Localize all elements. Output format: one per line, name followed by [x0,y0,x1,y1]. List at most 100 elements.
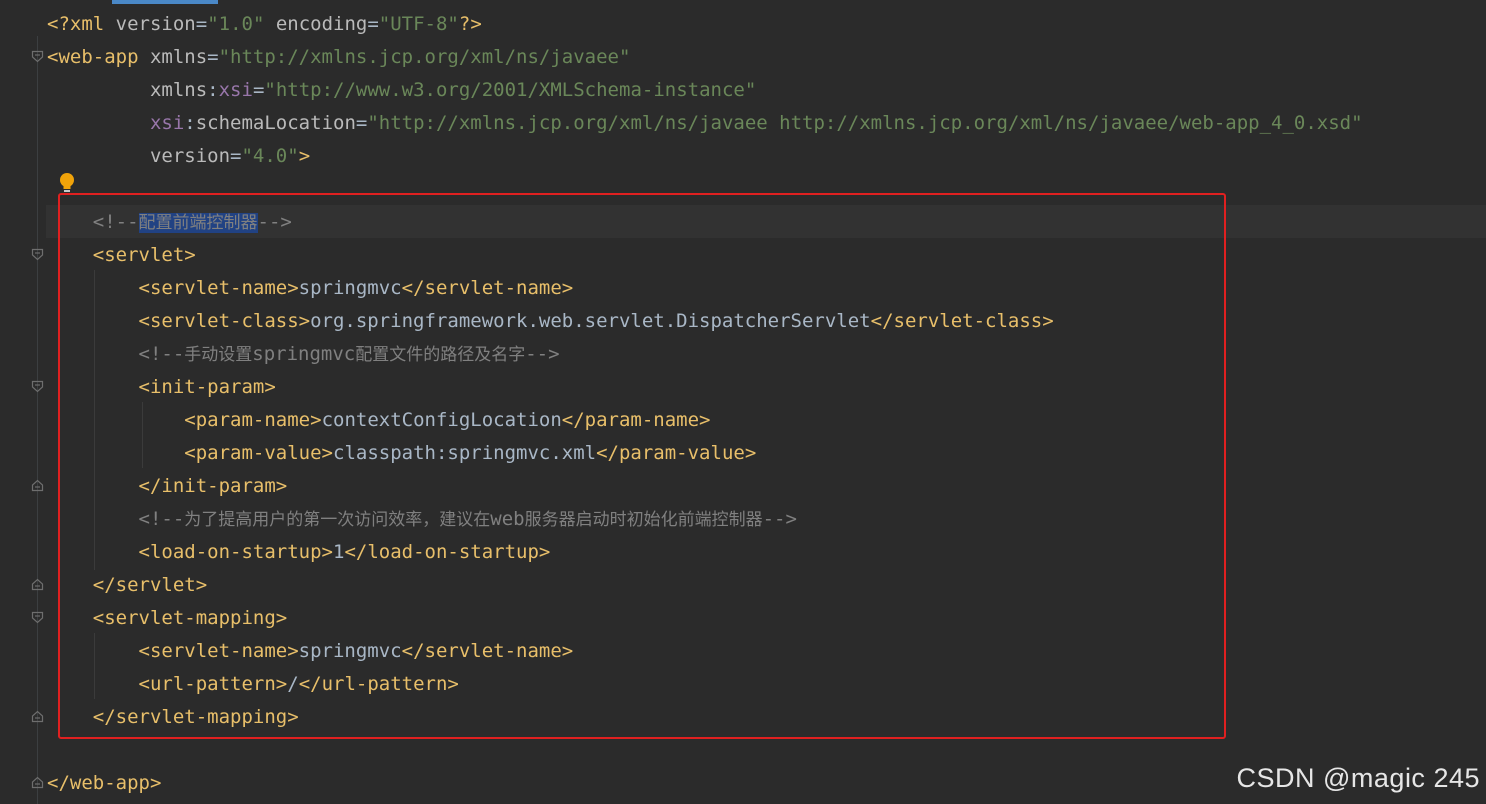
code-line[interactable]: <servlet-name>springmvc</servlet-name> [47,272,574,305]
code-token: schemaLocation [195,112,356,134]
code-token: : [184,112,196,134]
code-line[interactable]: <param-name>contextConfigLocation</param… [47,404,711,437]
code-token: <!-- [92,211,139,233]
code-token: </init-param> [138,475,288,497]
fold-open-icon[interactable] [31,380,44,393]
code-token: <param-name> [184,409,322,431]
code-token: version [104,13,196,35]
code-token: "http://xmlns.jcp.org/xml/ns/javaee" [218,46,631,68]
code-token: 服务器启动时初始化前端控制器 [524,510,763,530]
code-line[interactable]: <?xml version="1.0" encoding="UTF-8"?> [47,8,482,41]
code-line[interactable]: <param-value>classpath:springmvc.xml</pa… [47,437,756,470]
code-token: </url-pattern> [298,673,459,695]
code-token: <load-on-startup> [138,541,333,563]
code-token: </servlet-name> [401,277,574,299]
fold-open-icon[interactable] [31,50,44,63]
code-token: <!-- [138,343,185,365]
code-token: "1.0" [207,13,265,35]
code-token: <servlet-class> [138,310,311,332]
code-token: 为了提高用户的第一次访问效率，建议在 [184,510,491,530]
code-token: <servlet> [92,244,196,266]
editor-gutter [0,0,46,804]
code-line[interactable]: <servlet-mapping> [47,602,287,635]
code-token: "http://www.w3.org/2001/XMLSchema-instan… [264,79,757,101]
code-line[interactable]: <!--配置前端控制器--> [47,206,292,239]
code-token: 配置前端控制器 [138,213,258,233]
code-token: encoding [264,13,368,35]
code-token: <!-- [138,508,185,530]
code-token: ?> [458,13,482,35]
fold-close-icon[interactable] [31,479,44,492]
code-line[interactable]: <init-param> [47,371,276,404]
code-editor[interactable]: <?xml version="1.0" encoding="UTF-8"?> <w… [0,0,1486,804]
code-line[interactable]: <web-app xmlns="http://xmlns.jcp.org/xml… [47,41,630,74]
code-line[interactable]: </servlet-mapping> [47,701,299,734]
code-token: = [207,46,219,68]
fold-close-icon[interactable] [31,710,44,723]
code-line[interactable]: xsi:schemaLocation="http://xmlns.jcp.org… [47,107,1363,140]
code-token: <web-app [47,46,139,68]
code-token: "http://xmlns.jcp.org/xml/ns/javaee http… [367,112,1363,134]
code-token: </param-value> [596,442,757,464]
code-token: <param-value> [184,442,333,464]
code-token: xmlns [138,46,208,68]
code-token: </web-app> [47,772,162,794]
code-token: org.springframework.web.servlet.Dispatch… [310,310,871,332]
lightbulb-icon[interactable] [58,172,76,194]
code-line[interactable]: </servlet> [47,569,207,602]
code-token: springmvc [252,343,356,365]
code-line[interactable]: </init-param> [47,470,288,503]
code-token: = [367,13,379,35]
code-token: xsi [149,112,185,134]
code-token: > [298,145,311,167]
code-token: xml [69,13,105,35]
code-token: 手动设置 [184,345,253,365]
fold-close-icon[interactable] [31,578,44,591]
watermark: CSDN @magic 245 [1236,763,1480,793]
code-token: <url-pattern> [138,673,288,695]
code-token: "UTF-8" [378,13,459,35]
fold-open-icon[interactable] [31,611,44,624]
code-token: <servlet-name> [138,640,299,662]
code-line[interactable]: <url-pattern>/</url-pattern> [47,668,459,701]
code-line[interactable]: xmlns:xsi="http://www.w3.org/2001/XMLSch… [47,74,756,107]
code-token: <init-param> [138,376,276,398]
code-line[interactable]: <servlet-name>springmvc</servlet-name> [47,635,574,668]
code-token: </param-name> [561,409,711,431]
code-token: --> [525,343,560,365]
code-line[interactable]: <!--为了提高用户的第一次访问效率，建议在web服务器启动时初始化前端控制器-… [47,503,797,536]
code-line[interactable]: version="4.0"> [47,140,310,173]
gutter-separator [37,36,38,804]
code-token: = [355,112,368,134]
code-line[interactable]: <servlet-class>org.springframework.web.s… [47,305,1054,338]
code-token: <servlet-name> [138,277,299,299]
code-token: xmlns [149,79,208,101]
code-line[interactable]: <!--手动设置springmvc配置文件的路径及名字--> [47,338,560,371]
code-line[interactable]: </web-app> [47,767,161,800]
code-token: version [149,145,231,167]
code-line[interactable]: <servlet> [47,239,196,272]
code-token: = [252,79,265,101]
code-token: <? [47,13,70,35]
code-line[interactable]: <load-on-startup>1</load-on-startup> [47,536,551,569]
fold-open-icon[interactable] [31,248,44,261]
code-token: 1 [332,541,345,563]
fold-close-icon[interactable] [31,776,44,789]
